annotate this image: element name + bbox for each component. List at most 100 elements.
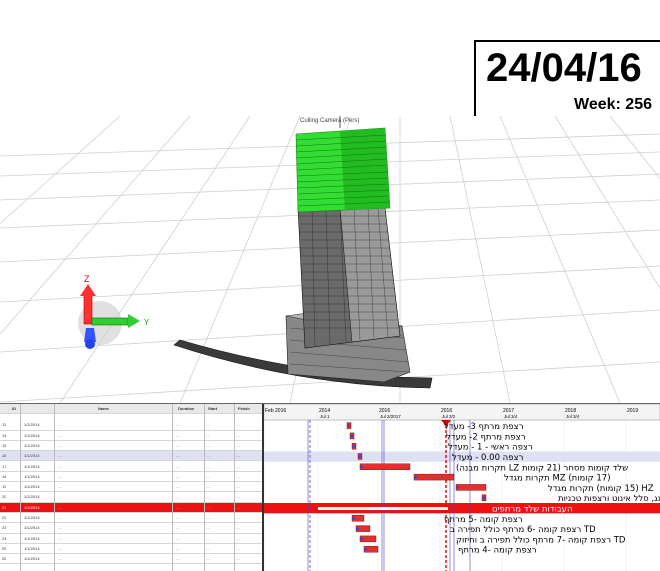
table-cell-name: … xyxy=(58,494,62,500)
timescale-subtick: Jul 3/4 xyxy=(504,414,518,419)
table-cell-id: 15 xyxy=(2,442,7,448)
table-cell-name: … xyxy=(58,453,62,459)
completed-floors xyxy=(295,127,391,213)
timescale-subtick: Jul 2/2017 xyxy=(380,414,401,419)
column-divider xyxy=(172,404,173,571)
table-row[interactable]: 18 1/1/2014………… xyxy=(0,472,262,483)
table-cell-name: … xyxy=(58,432,62,438)
table-cell-id: 24 xyxy=(2,535,7,541)
table-cell-id: 16 xyxy=(2,453,7,459)
axis-y-label: Y xyxy=(144,318,150,327)
axis-z-label: Z xyxy=(84,274,90,284)
axis-gizmo[interactable]: Z Y xyxy=(78,274,150,349)
table-cell-id: 22 xyxy=(2,515,7,520)
table-cell-finish: … xyxy=(236,453,240,459)
viewport-scene[interactable]: Z Y xyxy=(0,116,660,403)
column-divider xyxy=(204,404,205,571)
table-cell-dur: … xyxy=(176,504,180,510)
task-progress xyxy=(352,445,355,448)
table-cell-dur: … xyxy=(176,556,180,562)
table-row[interactable]: 23 1/1/2014………… xyxy=(0,523,262,534)
table-cell-dur: … xyxy=(176,545,180,551)
table-cell-start: … xyxy=(206,515,210,520)
table-cell-date: 1/1/2014 xyxy=(24,422,40,428)
task-progress xyxy=(356,527,359,530)
table-row[interactable]: 25 1/1/2014………… xyxy=(0,544,262,555)
column-divider xyxy=(54,404,55,571)
table-row[interactable]: 19 1/1/2014………… xyxy=(0,482,262,493)
table-cell-start: … xyxy=(206,525,210,531)
table-cell-dur: … xyxy=(176,525,180,531)
table-cell-date: 1/1/2014 xyxy=(24,463,40,469)
table-cell-start: … xyxy=(206,422,210,428)
table-cell-start: … xyxy=(206,535,210,541)
table-header-cell: Duration xyxy=(178,406,195,411)
table-cell-finish: … xyxy=(236,442,240,448)
task-label: העבודות שלד מרתפים xyxy=(492,505,573,515)
column-divider xyxy=(234,404,235,571)
table-cell-date: 1/1/2014 xyxy=(24,535,40,541)
table-header-cell: Name xyxy=(98,406,109,411)
table-row[interactable]: 15 1/1/2014………… xyxy=(0,441,262,452)
task-progress xyxy=(414,476,417,479)
table-cell-date: 1/1/2014 xyxy=(24,504,40,510)
task-label: רצפת מרתף 2- מעדל xyxy=(446,432,526,442)
table-row[interactable]: 26 1/1/2014………… xyxy=(0,554,262,565)
task-progress xyxy=(482,496,485,499)
table-cell-dur: … xyxy=(176,494,180,500)
task-progress xyxy=(360,537,363,540)
table-cell-dur: … xyxy=(176,453,180,459)
table-cell-start: … xyxy=(206,556,210,562)
table-cell-finish: … xyxy=(236,494,240,500)
task-bar xyxy=(413,473,455,481)
table-cell-dur: … xyxy=(176,484,180,490)
table-cell-date: 1/1/2014 xyxy=(24,442,40,448)
table-cell-id: 17 xyxy=(2,463,7,469)
table-cell-id: 14 xyxy=(2,432,7,438)
3d-viewport[interactable]: Z Y Culling Camera (Pers) xyxy=(0,116,660,403)
task-bar xyxy=(359,463,411,470)
table-cell-name: … xyxy=(58,535,62,541)
table-row[interactable]: 17 1/1/2014………… xyxy=(0,462,262,472)
table-row[interactable]: 24 1/1/2014………… xyxy=(0,534,262,544)
task-label: רצפת מרתף 3- מעדל xyxy=(444,422,524,432)
timescale-subtick: Jul 1 xyxy=(320,414,330,419)
table-cell-start: … xyxy=(206,545,210,551)
table-cell-dur: … xyxy=(176,422,180,428)
table-cell-id: 25 xyxy=(2,545,7,551)
table-cell-finish: … xyxy=(236,504,240,510)
timescale-subtick: Jul 3/4 xyxy=(566,414,580,419)
current-week: Week: 256 xyxy=(574,96,652,113)
table-cell-dur: … xyxy=(176,442,180,448)
table-cell-finish: … xyxy=(236,535,240,541)
task-table: ID Name Duration Start Finish 13 1/1/2014………… 1… xyxy=(0,404,264,571)
task-label: HZ (15 קומות) תקרות מגדל xyxy=(548,484,654,494)
table-cell-name: … xyxy=(58,556,62,562)
table-cell-date: 1/1/2014 xyxy=(24,432,40,438)
table-cell-date: 1/1/2014 xyxy=(24,515,40,520)
table-row[interactable]: 21 1/1/2014………… xyxy=(0,502,262,513)
task-progress xyxy=(364,548,367,551)
tower-structure xyxy=(297,207,401,349)
table-cell-start: … xyxy=(206,494,210,500)
table-cell-start: … xyxy=(206,504,210,510)
timescale-subtick: Jul 3/2 xyxy=(442,414,456,419)
table-row[interactable]: 22 1/1/2014………… xyxy=(0,513,262,524)
column-divider xyxy=(20,404,21,571)
task-label: רצפה ראשי - 1 - מעדל xyxy=(448,443,533,453)
table-cell-finish: … xyxy=(236,432,240,438)
task-label: רצפה 0.00 - מעדל xyxy=(452,453,524,463)
task-label: מבנים על הגג, סלל אינוט ורצפות טכניות xyxy=(558,494,660,504)
table-cell-date: 1/1/2014 xyxy=(24,494,40,500)
table-cell-start: … xyxy=(206,463,210,469)
camera-label: Culling Camera (Pers) xyxy=(300,118,360,124)
table-row[interactable]: 20 1/1/2014………… xyxy=(0,492,262,503)
table-cell-dur: … xyxy=(176,432,180,438)
gantt-chart: Feb 2016 2014 2016 2016 2017 2018 2019 Jul 1 Jul… xyxy=(264,404,660,571)
table-cell-name: … xyxy=(58,504,62,510)
table-row[interactable]: 14 1/1/2014………… xyxy=(0,431,262,441)
table-row[interactable]: 13 1/1/2014………… xyxy=(0,420,262,431)
table-header-row: ID Name Duration Start Finish xyxy=(0,404,262,415)
table-cell-start: … xyxy=(206,453,210,459)
table-row[interactable]: 16 1/1/2014………… xyxy=(0,451,262,462)
